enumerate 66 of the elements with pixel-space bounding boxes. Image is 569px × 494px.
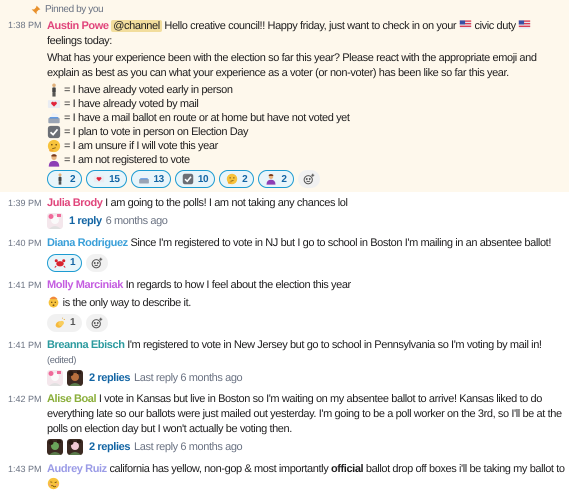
author-name[interactable]: Breanna Ebisch [47,338,125,350]
ballot-box-icon [138,173,150,185]
message-timestamp[interactable]: 1:41 PM [0,278,47,332]
last-reply-time: Last reply 6 months ago [134,440,242,455]
reaction-pill[interactable]: 15 [86,170,126,188]
checkbox-icon [47,125,61,139]
author-name[interactable]: Diana Rodriguez [47,236,128,248]
message-text: What has your experience been with the election so far this year? Please react with the appropriate emoji and explain as best as you can what your experience as a voter (or non-voter) has been like so far this year. [47,51,538,81]
person-icon [47,153,61,167]
reaction-pill[interactable]: 2 [47,170,82,188]
exploding-head-icon [47,294,60,308]
reaction-pill[interactable]: 2 [219,170,254,188]
pinned-label: Pinned by you [45,3,104,17]
replies-link[interactable]: 2 replies [89,439,130,456]
crab-icon [54,256,66,268]
author-name[interactable]: Julia Brody [47,197,103,209]
replies-link[interactable]: 2 replies [89,370,130,386]
message-text: Molly Marciniak In regards to how I feel about the election this year [47,278,352,292]
ballot-box-icon [47,111,61,125]
flag-icon [458,18,472,31]
message-timestamp[interactable]: 1:42 PM [0,392,47,456]
channel-mention[interactable]: @channel [111,20,162,32]
message-timestamp[interactable]: 1:38 PM [0,18,47,188]
message-text: Breanna Ebisch I'm registered to vote in New Jersey but go to school in Pennsylvania so I'm voting by mail in! (edited) [47,338,543,368]
legend-text: = I am unsure if I will vote this year [64,139,218,153]
message-text: Alise Boal I vote in Kansas but live in Boston so I'm waiting on my absentee ballot to arrive! Kansas liked to do everything late so our ballots were just mailed out yesterday. I'm going to be a poll worker on the 3rd, so I'll be at the polls on election day but I won't actually be voting then. [47,392,563,437]
legend-text: = I am not registered to vote [64,153,190,167]
replies-link[interactable]: 1 reply [69,213,102,230]
last-reply-time: Last reply 6 months ago [134,370,242,386]
author-name[interactable]: Audrey Ruiz [47,462,107,474]
message-text: Audrey Ruiz california has yellow, non-gop & most importantly official ballot drop off boxes i'll be taking my ballot to [47,462,568,492]
add-reaction-icon [91,256,104,268]
message-timestamp[interactable]: 1:41 PM [0,338,47,386]
thinking-face-icon [226,173,238,185]
person-icon [265,173,278,185]
message-text: Diana Rodriguez Since I'm registered to vote in NJ but I go to school in Boston I'm mailing in an absentee ballot! [47,236,552,250]
add-reaction-icon [302,173,314,185]
add-reaction-button[interactable] [86,314,108,332]
reaction-pill[interactable]: 1 [47,254,82,272]
message-text: is the only way to describe it. [47,294,568,310]
woozy-face-icon [47,476,60,490]
author-name[interactable]: Austin Powe [47,20,109,32]
flag-icon [518,18,532,31]
thinking-face-icon [47,139,61,153]
author-name[interactable]: Molly Marciniak [47,278,123,290]
last-reply-time: 6 months ago [106,214,168,229]
legend-text: = I have already voted early in person [64,83,233,97]
message-text: Julia Brody I am going to the polls! I am not taking any chances lol [47,196,349,211]
reaction-pill[interactable]: 10 [174,170,216,188]
reaction-pill[interactable]: 2 [258,170,294,188]
clapping-hands-icon [54,316,66,328]
legend-text: = I plan to vote in person on Election Day [64,125,248,139]
legend-text: = I have already voted by mail [64,97,198,111]
legend-text: = I have a mail ballot en route or at home but have not voted yet [64,111,350,125]
message-timestamp[interactable]: 1:39 PM [0,196,47,230]
pin-icon [31,4,41,14]
author-name[interactable]: Alise Boal [47,393,96,405]
reaction-pill[interactable]: 1 [47,314,82,332]
message-timestamp[interactable]: 1:40 PM [0,236,47,272]
checkbox-icon [182,173,194,185]
add-reaction-button[interactable] [86,254,108,272]
message-text: Austin Powe @channel Hello creative council!! Happy friday, just want to check in on your civic duty feelings today: [47,18,568,49]
add-reaction-icon [91,316,104,328]
reaction-pill[interactable]: 13 [130,170,171,188]
message-timestamp[interactable]: 1:43 PM [0,462,47,492]
add-reaction-button[interactable] [298,170,320,188]
